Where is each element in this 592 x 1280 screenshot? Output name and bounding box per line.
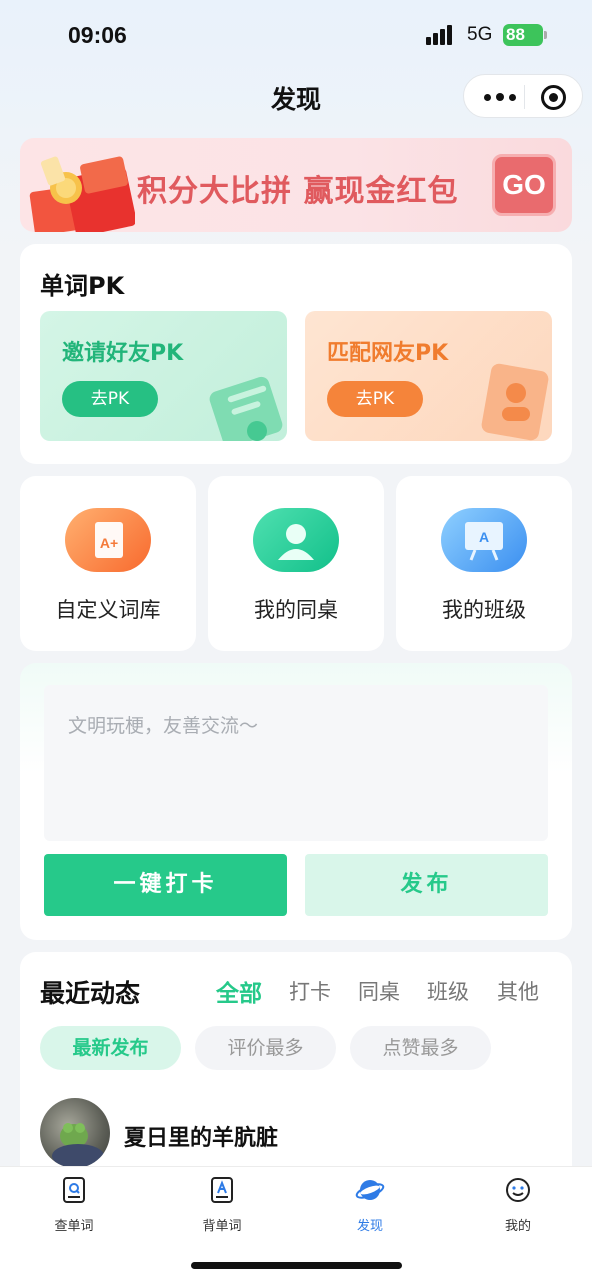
face-icon xyxy=(506,1178,530,1202)
more-icon[interactable] xyxy=(480,81,520,111)
red-envelope-icon xyxy=(29,156,135,232)
avatar[interactable] xyxy=(40,1098,110,1168)
friend-card-icon xyxy=(209,376,283,441)
tab-discover-label: 发现 xyxy=(356,1219,383,1234)
word-pk-card: 单词PK 邀请好友PK 去PK 匹配网友PK 去PK xyxy=(20,244,572,464)
my-deskmate-card[interactable]: 我的同桌 xyxy=(208,476,384,651)
tab-mine[interactable]: 我的 xyxy=(468,1175,568,1234)
sort-most-liked[interactable]: 点赞最多 xyxy=(350,1026,491,1070)
tab-mine-label: 我的 xyxy=(504,1219,531,1234)
custom-wordbank-glyph: A+ xyxy=(100,535,118,551)
tab-class[interactable]: 班级 xyxy=(427,976,469,1006)
my-class-card[interactable]: A 我的班级 xyxy=(396,476,572,651)
post-input[interactable] xyxy=(44,685,548,841)
sort-most-reviewed[interactable]: 评价最多 xyxy=(195,1026,336,1070)
match-netfriend-pk[interactable]: 匹配网友PK 去PK xyxy=(305,311,552,441)
memorize-book-icon xyxy=(211,1177,233,1203)
tab-all[interactable]: 全部 xyxy=(213,974,265,1012)
promo-banner[interactable]: 积分大比拼 赢现金红包 GO xyxy=(20,138,572,232)
custom-wordbank-label: 自定义词库 xyxy=(55,598,161,622)
tab-checkin[interactable]: 打卡 xyxy=(289,976,331,1006)
tab-lookup-word[interactable]: 查单词 xyxy=(24,1175,124,1234)
invite-friend-label: 邀请好友PK xyxy=(62,341,184,366)
planet-icon xyxy=(355,1180,385,1200)
tab-memorize-word[interactable]: 背单词 xyxy=(172,1175,272,1234)
status-time: 09:06 xyxy=(68,22,127,48)
custom-wordbank-icon: A+ xyxy=(65,508,151,572)
signal-icon xyxy=(426,25,458,45)
tab-discover[interactable]: 发现 xyxy=(320,1175,420,1234)
invite-pk-button[interactable]: 去PK xyxy=(62,381,158,417)
my-deskmate-label: 我的同桌 xyxy=(254,598,338,622)
capsule-divider xyxy=(524,85,525,109)
status-bar: 09:06 5G 88 xyxy=(0,0,592,70)
banner-text: 积分大比拼 赢现金红包 xyxy=(137,174,459,209)
home-indicator[interactable] xyxy=(191,1262,402,1269)
tab-lookup-label: 查单词 xyxy=(54,1219,94,1234)
match-netfriend-label: 匹配网友PK xyxy=(327,341,449,366)
invite-friend-pk[interactable]: 邀请好友PK 去PK xyxy=(40,311,287,441)
username[interactable]: 夏日里的羊肮脏 xyxy=(124,1120,278,1152)
sort-latest[interactable]: 最新发布 xyxy=(40,1026,181,1070)
battery-level: 88 xyxy=(506,25,525,44)
publish-button[interactable]: 发布 xyxy=(305,854,548,916)
match-pk-button[interactable]: 去PK xyxy=(327,381,423,417)
deskmate-icon xyxy=(253,508,339,572)
tab-deskmate[interactable]: 同桌 xyxy=(358,976,400,1006)
class-board-glyph: A xyxy=(479,529,489,545)
search-book-icon xyxy=(63,1177,85,1203)
my-class-label: 我的班级 xyxy=(442,598,526,622)
pk-title: 单词PK xyxy=(40,272,125,300)
post-card: 一键打卡 发布 xyxy=(20,663,572,940)
profile-card-icon xyxy=(481,363,549,441)
tab-memorize-label: 背单词 xyxy=(202,1219,242,1234)
tab-other[interactable]: 其他 xyxy=(497,976,539,1006)
class-board-icon: A xyxy=(441,508,527,572)
battery-icon: 88 xyxy=(503,24,543,46)
close-target-icon[interactable] xyxy=(541,85,566,110)
mini-program-capsule xyxy=(463,74,583,118)
network-label: 5G xyxy=(467,24,493,45)
recent-title: 最近动态 xyxy=(40,979,141,1008)
go-button[interactable]: GO xyxy=(492,154,556,216)
one-click-checkin-button[interactable]: 一键打卡 xyxy=(44,854,287,916)
custom-wordbank-card[interactable]: A+ 自定义词库 xyxy=(20,476,196,651)
battery-tip xyxy=(544,31,547,39)
